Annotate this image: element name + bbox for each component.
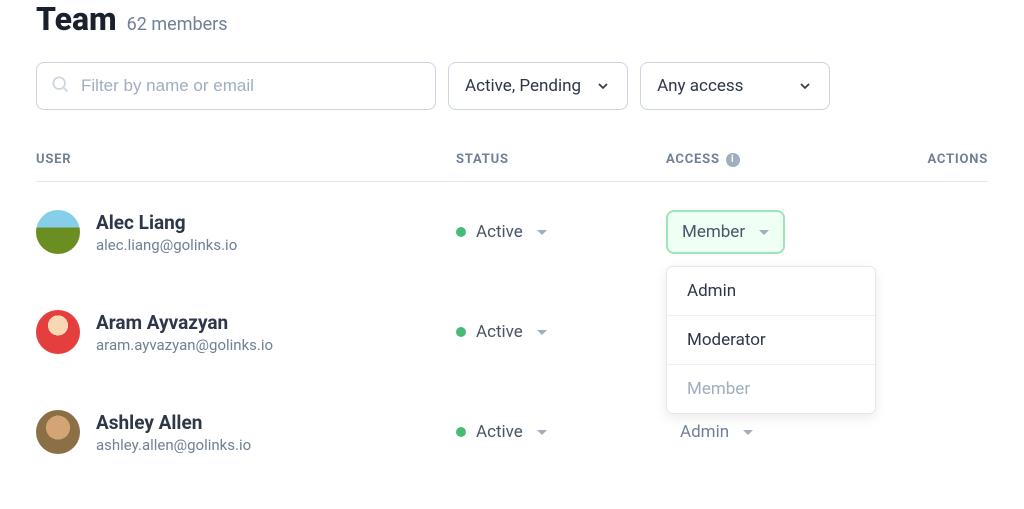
search-input[interactable] bbox=[36, 62, 436, 110]
user-cell: Alec Liang alec.liang@golinks.io bbox=[36, 210, 456, 254]
user-name: Aram Ayvazyan bbox=[96, 311, 273, 334]
status-label: Active bbox=[476, 322, 523, 342]
column-access-label: ACCESS bbox=[666, 152, 720, 167]
access-dropdown-menu: Admin Moderator Member bbox=[666, 266, 876, 414]
access-dropdown[interactable]: Admin bbox=[666, 412, 767, 452]
status-dropdown[interactable]: Active bbox=[456, 422, 666, 442]
search-icon bbox=[50, 74, 70, 98]
user-cell: Ashley Allen ashley.allen@golinks.io bbox=[36, 410, 456, 454]
info-icon[interactable]: i bbox=[726, 153, 740, 167]
access-dropdown[interactable]: Member bbox=[666, 210, 785, 254]
access-label: Admin bbox=[680, 422, 729, 442]
chevron-down-icon bbox=[797, 78, 813, 94]
filter-bar: Active, Pending Any access bbox=[36, 62, 988, 110]
caret-down-icon bbox=[537, 430, 547, 435]
status-label: Active bbox=[476, 422, 523, 442]
status-label: Active bbox=[476, 222, 523, 242]
page-header: Team 62 members bbox=[36, 0, 988, 38]
caret-down-icon bbox=[537, 230, 547, 235]
table-row: Alec Liang alec.liang@golinks.io Active … bbox=[36, 182, 988, 282]
column-status: STATUS bbox=[456, 152, 666, 167]
caret-down-icon bbox=[759, 230, 769, 235]
user-email: alec.liang@golinks.io bbox=[96, 236, 237, 254]
status-filter-label: Active, Pending bbox=[465, 76, 581, 96]
column-user: USER bbox=[36, 152, 456, 167]
user-name: Ashley Allen bbox=[96, 411, 251, 434]
user-email: ashley.allen@golinks.io bbox=[96, 436, 251, 454]
status-filter-dropdown[interactable]: Active, Pending bbox=[448, 62, 628, 110]
access-filter-label: Any access bbox=[657, 76, 743, 96]
access-option-member[interactable]: Member bbox=[667, 365, 875, 413]
avatar bbox=[36, 210, 80, 254]
access-label: Member bbox=[682, 222, 745, 242]
status-dropdown[interactable]: Active bbox=[456, 222, 666, 242]
caret-down-icon bbox=[537, 330, 547, 335]
table-header: USER STATUS ACCESS i ACTIONS bbox=[36, 138, 988, 182]
member-count: 62 members bbox=[127, 14, 228, 35]
status-dot-icon bbox=[456, 327, 466, 337]
status-dropdown[interactable]: Active bbox=[456, 322, 666, 342]
status-dot-icon bbox=[456, 227, 466, 237]
access-cell: Member Admin Moderator Member bbox=[666, 210, 886, 254]
user-name: Alec Liang bbox=[96, 211, 237, 234]
access-filter-dropdown[interactable]: Any access bbox=[640, 62, 830, 110]
user-email: aram.ayvazyan@golinks.io bbox=[96, 336, 273, 354]
status-dot-icon bbox=[456, 427, 466, 437]
page-title: Team bbox=[36, 0, 117, 38]
access-option-admin[interactable]: Admin bbox=[667, 267, 875, 316]
column-actions: ACTIONS bbox=[886, 152, 988, 167]
column-access: ACCESS i bbox=[666, 152, 886, 167]
access-option-moderator[interactable]: Moderator bbox=[667, 316, 875, 365]
avatar bbox=[36, 410, 80, 454]
avatar bbox=[36, 310, 80, 354]
search-wrap bbox=[36, 62, 436, 110]
chevron-down-icon bbox=[595, 78, 611, 94]
user-cell: Aram Ayvazyan aram.ayvazyan@golinks.io bbox=[36, 310, 456, 354]
access-cell: Admin bbox=[666, 412, 886, 452]
caret-down-icon bbox=[743, 430, 753, 435]
